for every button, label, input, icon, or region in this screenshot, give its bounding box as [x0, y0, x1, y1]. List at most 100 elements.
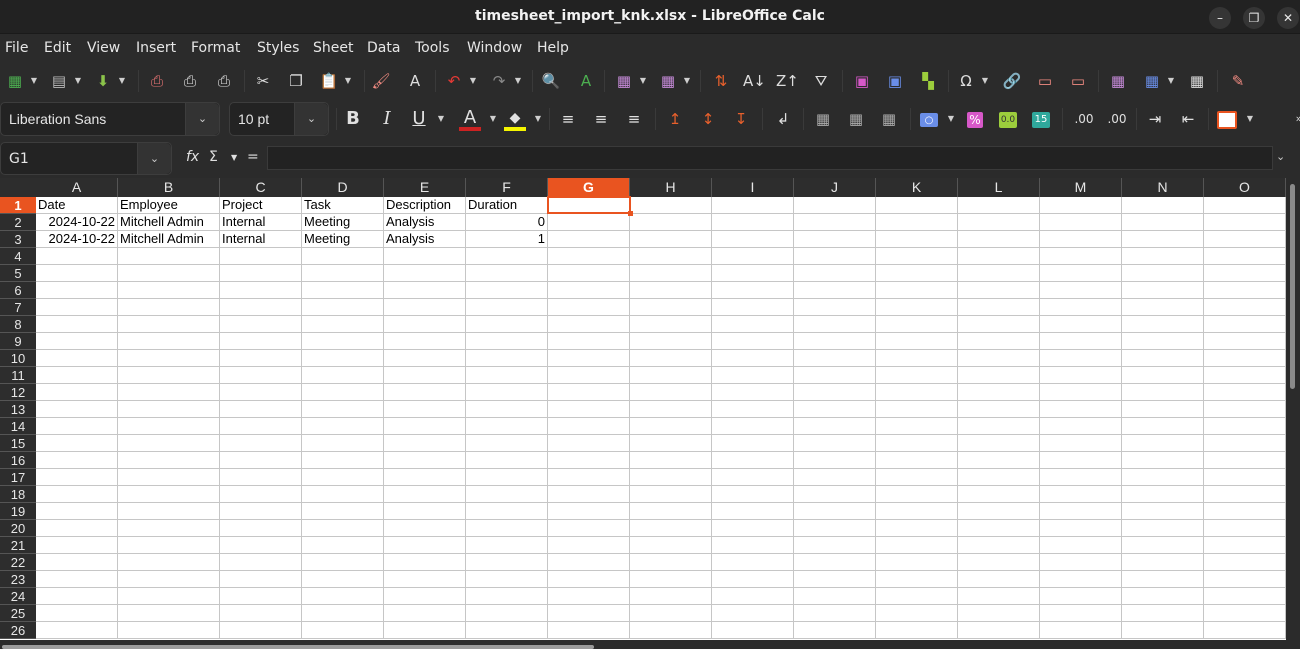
- row-header-25[interactable]: 25: [0, 605, 36, 622]
- highlight-color-button[interactable]: ◆: [504, 109, 526, 131]
- cell-a20[interactable]: [36, 520, 118, 537]
- cell-b16[interactable]: [118, 452, 220, 469]
- cell-m9[interactable]: [1040, 333, 1122, 350]
- cell-h9[interactable]: [630, 333, 712, 350]
- cell-e7[interactable]: [384, 299, 466, 316]
- cell-d5[interactable]: [302, 265, 384, 282]
- cell-l1[interactable]: [958, 197, 1040, 214]
- new-spreadsheet-button[interactable]: ▦: [4, 71, 26, 91]
- spreadsheet-grid[interactable]: A B C D E F G H I J K L M N O 1 Date Employee Project Task D…: [0, 178, 1286, 640]
- bold-button[interactable]: B: [342, 109, 364, 129]
- cell-m23[interactable]: [1040, 571, 1122, 588]
- cell-m12[interactable]: [1040, 384, 1122, 401]
- open-button[interactable]: ▤: [48, 71, 70, 91]
- cell-l10[interactable]: [958, 350, 1040, 367]
- cell-f9[interactable]: [466, 333, 548, 350]
- cell-m14[interactable]: [1040, 418, 1122, 435]
- cell-k6[interactable]: [876, 282, 958, 299]
- cell-d14[interactable]: [302, 418, 384, 435]
- cell-j13[interactable]: [794, 401, 876, 418]
- cell-e9[interactable]: [384, 333, 466, 350]
- add-decimal-button[interactable]: .00: [1071, 109, 1097, 129]
- cut-button[interactable]: ✂: [252, 71, 274, 91]
- cell-b15[interactable]: [118, 435, 220, 452]
- align-center-button[interactable]: ≡: [590, 109, 612, 129]
- close-button[interactable]: ✕: [1277, 7, 1299, 29]
- cell-i6[interactable]: [712, 282, 794, 299]
- row-header-1[interactable]: 1: [0, 197, 36, 214]
- cell-g15[interactable]: [548, 435, 630, 452]
- vertical-scrollbar[interactable]: [1286, 178, 1300, 640]
- header-footer-button[interactable]: ▭: [1067, 71, 1089, 91]
- cell-o23[interactable]: [1204, 571, 1286, 588]
- cell-k12[interactable]: [876, 384, 958, 401]
- cell-m13[interactable]: [1040, 401, 1122, 418]
- cell-c16[interactable]: [220, 452, 302, 469]
- cell-a19[interactable]: [36, 503, 118, 520]
- cell-a2[interactable]: 2024-10-22: [36, 214, 118, 231]
- cell-d3[interactable]: Meeting: [302, 231, 384, 248]
- cell-o22[interactable]: [1204, 554, 1286, 571]
- cell-h8[interactable]: [630, 316, 712, 333]
- sum-icon[interactable]: Σ: [209, 149, 218, 165]
- cell-d15[interactable]: [302, 435, 384, 452]
- cell-e1[interactable]: Description: [384, 197, 466, 214]
- cell-n9[interactable]: [1122, 333, 1204, 350]
- cell-i25[interactable]: [712, 605, 794, 622]
- cell-f22[interactable]: [466, 554, 548, 571]
- cell-m20[interactable]: [1040, 520, 1122, 537]
- cell-b19[interactable]: [118, 503, 220, 520]
- borders-dropdown[interactable]: ▼: [1245, 109, 1255, 129]
- cell-i16[interactable]: [712, 452, 794, 469]
- cell-n1[interactable]: [1122, 197, 1204, 214]
- save-button[interactable]: ⬇: [92, 71, 114, 91]
- cell-f16[interactable]: [466, 452, 548, 469]
- column-header-c[interactable]: C: [220, 178, 302, 197]
- column-header-f[interactable]: F: [466, 178, 548, 197]
- cell-n23[interactable]: [1122, 571, 1204, 588]
- cell-e17[interactable]: [384, 469, 466, 486]
- cell-b1[interactable]: Employee: [118, 197, 220, 214]
- cell-g22[interactable]: [548, 554, 630, 571]
- cell-b24[interactable]: [118, 588, 220, 605]
- cell-g12[interactable]: [548, 384, 630, 401]
- column-header-h[interactable]: H: [630, 178, 712, 197]
- menu-tools[interactable]: Tools: [415, 40, 450, 56]
- cell-d21[interactable]: [302, 537, 384, 554]
- delete-decimal-button[interactable]: .00: [1104, 109, 1130, 129]
- chevron-down-icon[interactable]: ⌄: [294, 103, 328, 135]
- cell-h1[interactable]: [630, 197, 712, 214]
- cell-k8[interactable]: [876, 316, 958, 333]
- cell-d16[interactable]: [302, 452, 384, 469]
- copy-button[interactable]: ❐: [285, 71, 307, 91]
- maximize-button[interactable]: ❐: [1243, 7, 1265, 29]
- cell-k5[interactable]: [876, 265, 958, 282]
- cell-m26[interactable]: [1040, 622, 1122, 639]
- cell-i11[interactable]: [712, 367, 794, 384]
- cell-k7[interactable]: [876, 299, 958, 316]
- freeze-rows-columns-dropdown[interactable]: ▼: [1166, 71, 1176, 91]
- cell-n19[interactable]: [1122, 503, 1204, 520]
- cell-e23[interactable]: [384, 571, 466, 588]
- menu-data[interactable]: Data: [367, 40, 400, 56]
- cell-m25[interactable]: [1040, 605, 1122, 622]
- cell-g9[interactable]: [548, 333, 630, 350]
- print-button[interactable]: ⎙: [179, 71, 201, 91]
- number-format-button[interactable]: 0.0: [997, 109, 1019, 129]
- cell-n20[interactable]: [1122, 520, 1204, 537]
- cell-m3[interactable]: [1040, 231, 1122, 248]
- cell-j1[interactable]: [794, 197, 876, 214]
- cell-f20[interactable]: [466, 520, 548, 537]
- cell-c21[interactable]: [220, 537, 302, 554]
- cell-l25[interactable]: [958, 605, 1040, 622]
- cell-i12[interactable]: [712, 384, 794, 401]
- row-header-13[interactable]: 13: [0, 401, 36, 418]
- cell-b23[interactable]: [118, 571, 220, 588]
- cell-j7[interactable]: [794, 299, 876, 316]
- define-print-area-button[interactable]: ▦: [1107, 71, 1129, 91]
- cell-b20[interactable]: [118, 520, 220, 537]
- cell-d11[interactable]: [302, 367, 384, 384]
- cell-i18[interactable]: [712, 486, 794, 503]
- cell-h22[interactable]: [630, 554, 712, 571]
- cell-e21[interactable]: [384, 537, 466, 554]
